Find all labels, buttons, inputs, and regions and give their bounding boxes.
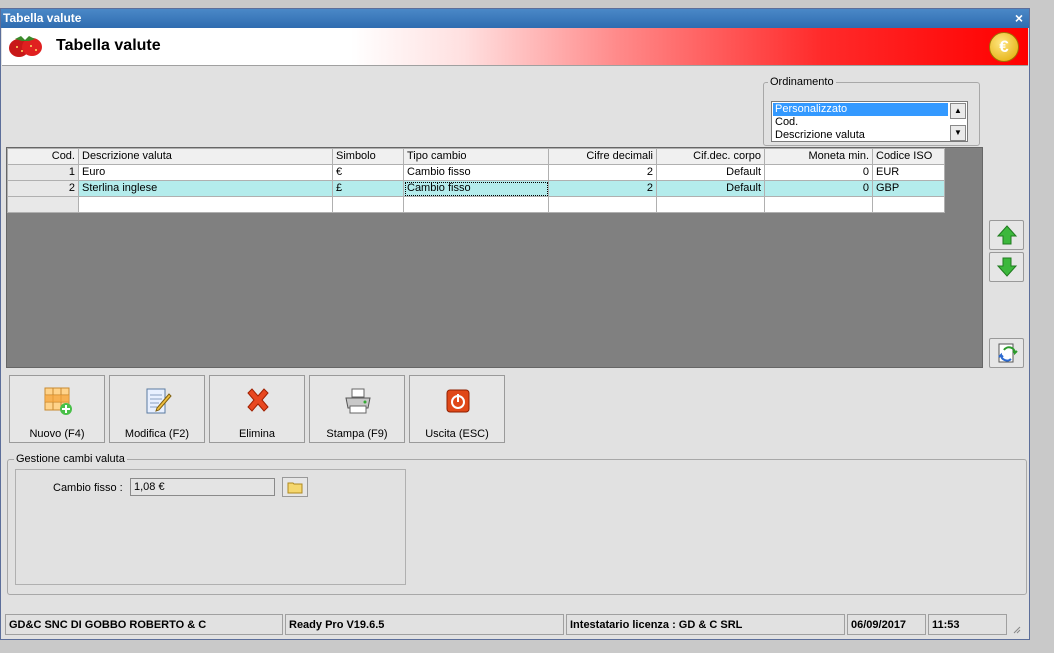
col-header-moneta-min[interactable]: Moneta min. [764, 148, 873, 165]
refresh-document-icon [997, 343, 1018, 363]
window-title: Tabella valute [3, 11, 82, 25]
resize-grip-icon[interactable] [1011, 624, 1021, 634]
new-grid-icon [44, 387, 72, 415]
main-window: Tabella valute × Tabella valute € Ordina… [0, 8, 1030, 640]
currency-grid: Cod. Descrizione valuta Simbolo Tipo cam… [6, 147, 983, 368]
delete-button[interactable]: Elimina [209, 375, 305, 443]
cambio-fisso-field[interactable]: 1,08 € [130, 478, 275, 496]
move-down-button[interactable] [989, 252, 1024, 282]
new-button[interactable]: Nuovo (F4) [9, 375, 105, 443]
cell-empty[interactable] [764, 196, 873, 213]
cell-empty[interactable] [332, 196, 404, 213]
status-company: GD&C SNC DI GOBBO ROBERTO & C [5, 614, 283, 635]
cell-empty[interactable] [656, 196, 765, 213]
scroll-down-icon[interactable]: ▼ [950, 125, 966, 141]
col-header-codice-iso[interactable]: Codice ISO [872, 148, 945, 165]
cell-cifre-decimali[interactable]: 2 [548, 164, 657, 181]
cell-empty[interactable] [7, 196, 79, 213]
exit-button-label: Uscita (ESC) [425, 428, 489, 440]
status-time: 11:53 [928, 614, 1007, 635]
table-row-new[interactable] [7, 196, 945, 213]
cell-tipo-cambio[interactable]: Cambio fisso [403, 164, 549, 181]
table-header-row: Cod. Descrizione valuta Simbolo Tipo cam… [7, 148, 945, 165]
cell-codice-iso[interactable]: EUR [872, 164, 945, 181]
delete-x-icon [247, 388, 269, 412]
open-folder-button[interactable] [282, 477, 308, 497]
print-button[interactable]: Stampa (F9) [309, 375, 405, 443]
table-row-selected[interactable]: 2 Sterlina inglese £ Cambio fisso 2 Defa… [7, 180, 945, 197]
close-icon[interactable]: × [1015, 9, 1023, 28]
col-header-cifre-decimali[interactable]: Cifre decimali [548, 148, 657, 165]
cell-empty[interactable] [78, 196, 333, 213]
col-header-tipo-cambio[interactable]: Tipo cambio [403, 148, 549, 165]
euro-coin-icon: € [989, 32, 1019, 62]
cell-empty[interactable] [872, 196, 945, 213]
list-item[interactable]: Descrizione valuta [773, 129, 948, 142]
title-bar[interactable]: Tabella valute × [1, 9, 1029, 28]
col-header-descrizione[interactable]: Descrizione valuta [78, 148, 333, 165]
header-banner: Tabella valute € [2, 28, 1028, 66]
col-header-cif-dec-corpo[interactable]: Cif.dec. corpo [656, 148, 765, 165]
cell-descrizione[interactable]: Sterlina inglese [78, 180, 333, 197]
cell-cod[interactable]: 1 [7, 164, 79, 181]
edit-button[interactable]: Modifica (F2) [109, 375, 205, 443]
edit-document-icon [146, 388, 172, 414]
ordinamento-listbox[interactable]: Personalizzato Cod. Descrizione valuta ▲… [771, 101, 968, 142]
list-item[interactable]: Cod. [773, 116, 948, 129]
exit-button[interactable]: Uscita (ESC) [409, 375, 505, 443]
strawberry-icon [9, 36, 42, 57]
cell-cif-dec-corpo[interactable]: Default [656, 164, 765, 181]
scroll-up-icon[interactable]: ▲ [950, 103, 966, 119]
delete-button-label: Elimina [238, 428, 276, 440]
cell-cod[interactable]: 2 [7, 180, 79, 197]
status-date: 06/09/2017 [847, 614, 926, 635]
status-bar: GD&C SNC DI GOBBO ROBERTO & C Ready Pro … [5, 614, 1025, 636]
cell-descrizione[interactable]: Euro [78, 164, 333, 181]
cell-cifre-decimali[interactable]: 2 [548, 180, 657, 197]
move-up-button[interactable] [989, 220, 1024, 250]
table-row[interactable]: 1 Euro € Cambio fisso 2 Default 0 EUR [7, 164, 945, 181]
folder-icon [287, 482, 303, 494]
col-header-simbolo[interactable]: Simbolo [332, 148, 404, 165]
list-item[interactable]: Personalizzato [773, 103, 948, 116]
cambio-fisso-label: Cambio fisso : [53, 482, 123, 494]
cell-cif-dec-corpo[interactable]: Default [656, 180, 765, 197]
status-license: Intestatario licenza : GD & C SRL [566, 614, 845, 635]
currency-table: Cod. Descrizione valuta Simbolo Tipo cam… [7, 148, 945, 213]
print-button-label: Stampa (F9) [326, 428, 388, 440]
printer-icon [345, 388, 371, 414]
power-icon [446, 389, 470, 413]
cell-codice-iso[interactable]: GBP [872, 180, 945, 197]
cell-moneta-min[interactable]: 0 [764, 164, 873, 181]
cell-simbolo[interactable]: € [332, 164, 404, 181]
cell-tipo-cambio[interactable]: Cambio fisso [403, 180, 549, 197]
arrow-down-icon [996, 257, 1017, 277]
new-button-label: Nuovo (F4) [29, 428, 85, 440]
cell-moneta-min[interactable]: 0 [764, 180, 873, 197]
gestione-cambi-legend: Gestione cambi valuta [14, 453, 127, 465]
cell-simbolo[interactable]: £ [332, 180, 404, 197]
status-version: Ready Pro V19.6.5 [285, 614, 564, 635]
edit-button-label: Modifica (F2) [124, 428, 190, 440]
arrow-up-icon [996, 225, 1017, 245]
cell-empty[interactable] [548, 196, 657, 213]
refresh-button[interactable] [989, 338, 1024, 368]
header-title: Tabella valute [56, 37, 161, 54]
ordinamento-legend: Ordinamento [768, 76, 836, 88]
col-header-cod[interactable]: Cod. [7, 148, 79, 165]
cell-empty[interactable] [403, 196, 549, 213]
